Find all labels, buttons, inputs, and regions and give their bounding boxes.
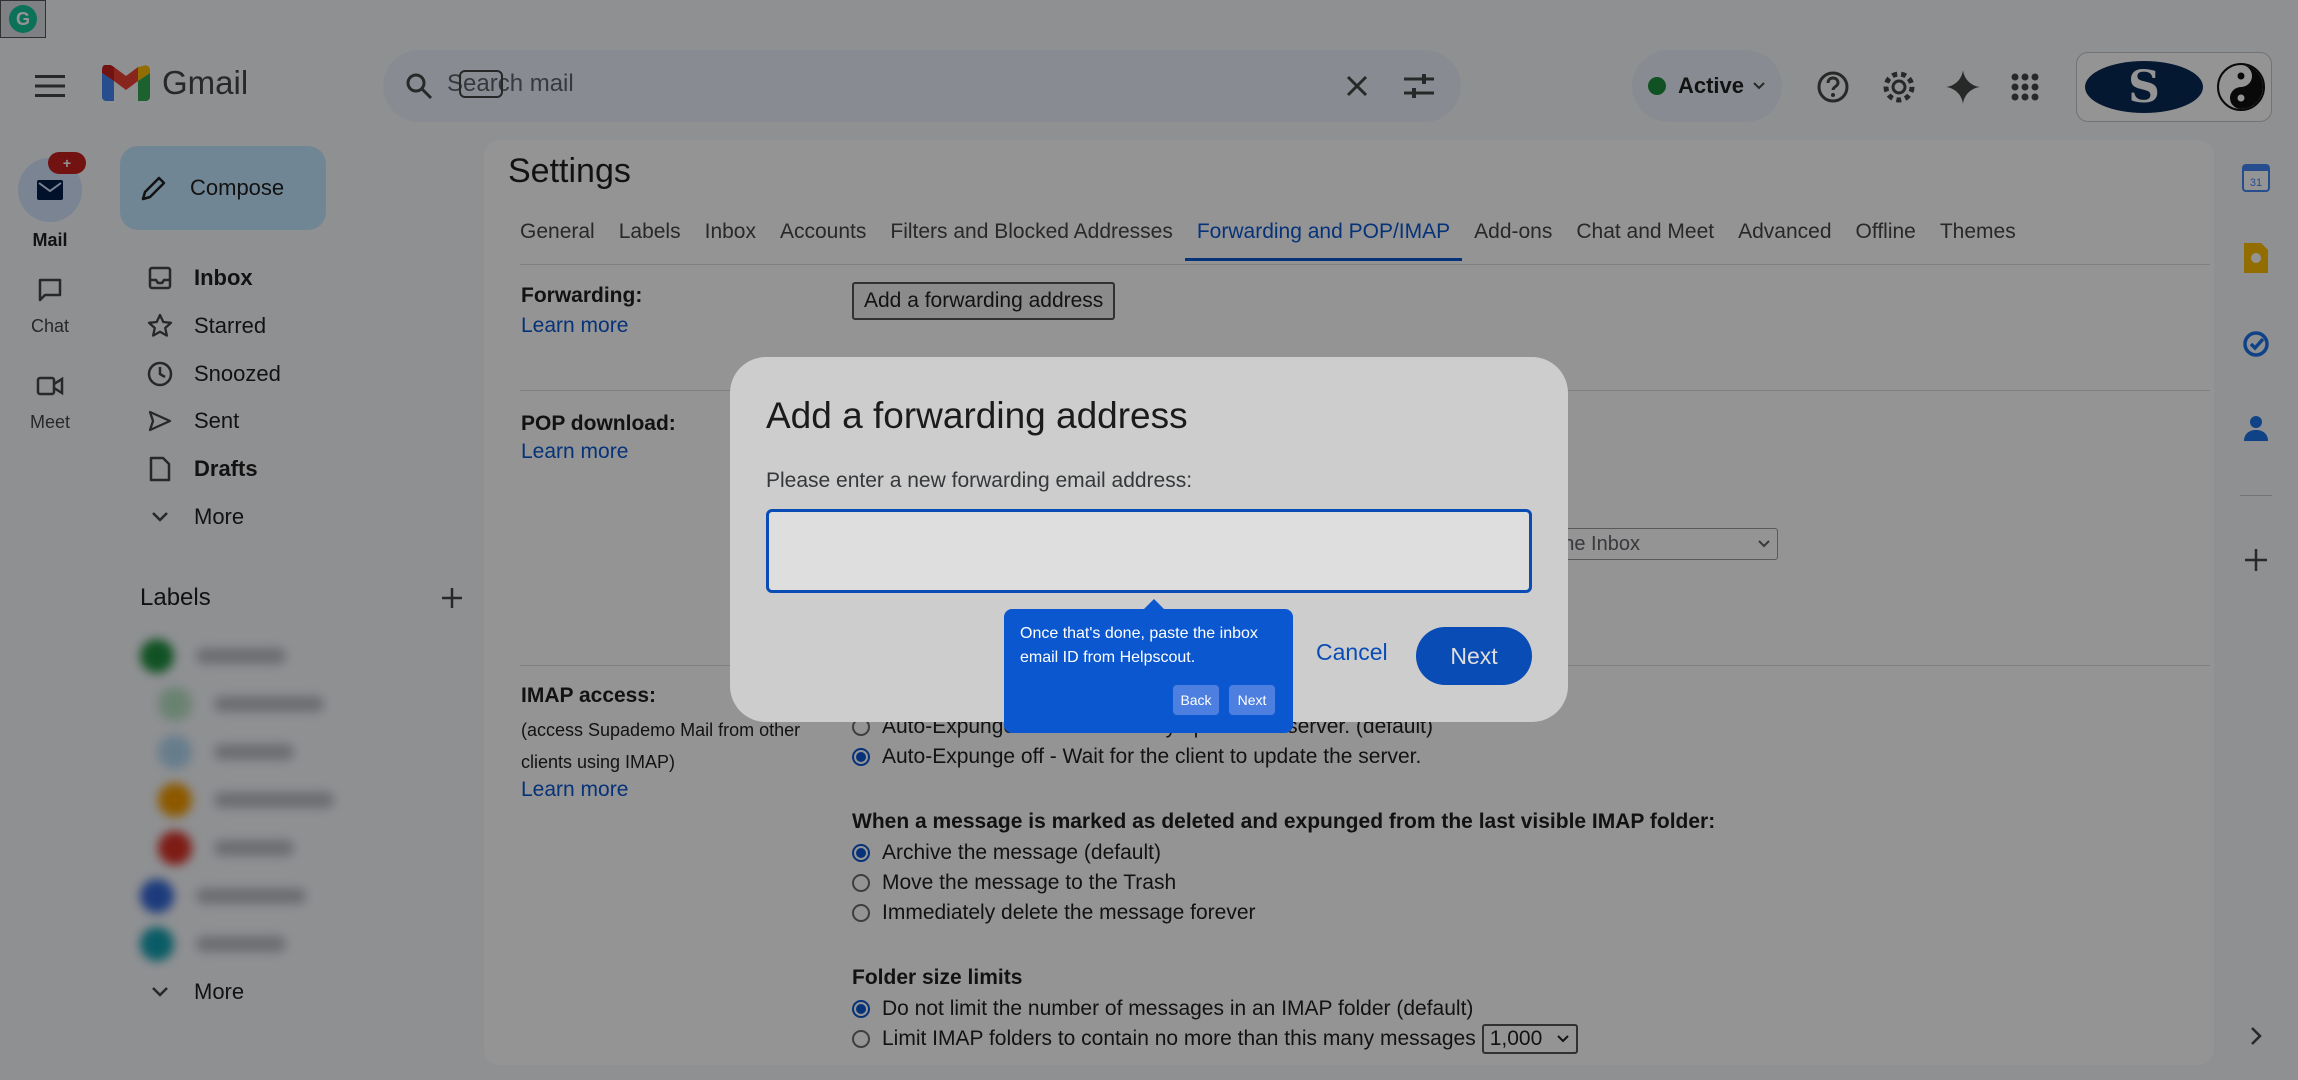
tooltip-back-button[interactable]: Back: [1173, 685, 1219, 715]
tooltip-next-button[interactable]: Next: [1229, 685, 1275, 715]
forwarding-email-input[interactable]: [766, 509, 1532, 593]
cancel-button[interactable]: Cancel: [1316, 639, 1388, 666]
walkthrough-tooltip: Once that's done, paste the inbox email …: [1004, 599, 1293, 733]
next-button[interactable]: Next: [1416, 627, 1532, 685]
dialog-title: Add a forwarding address: [766, 395, 1188, 436]
dialog-prompt: Please enter a new forwarding email addr…: [766, 469, 1193, 492]
tooltip-text: Once that's done, paste the inbox email …: [1020, 625, 1258, 666]
